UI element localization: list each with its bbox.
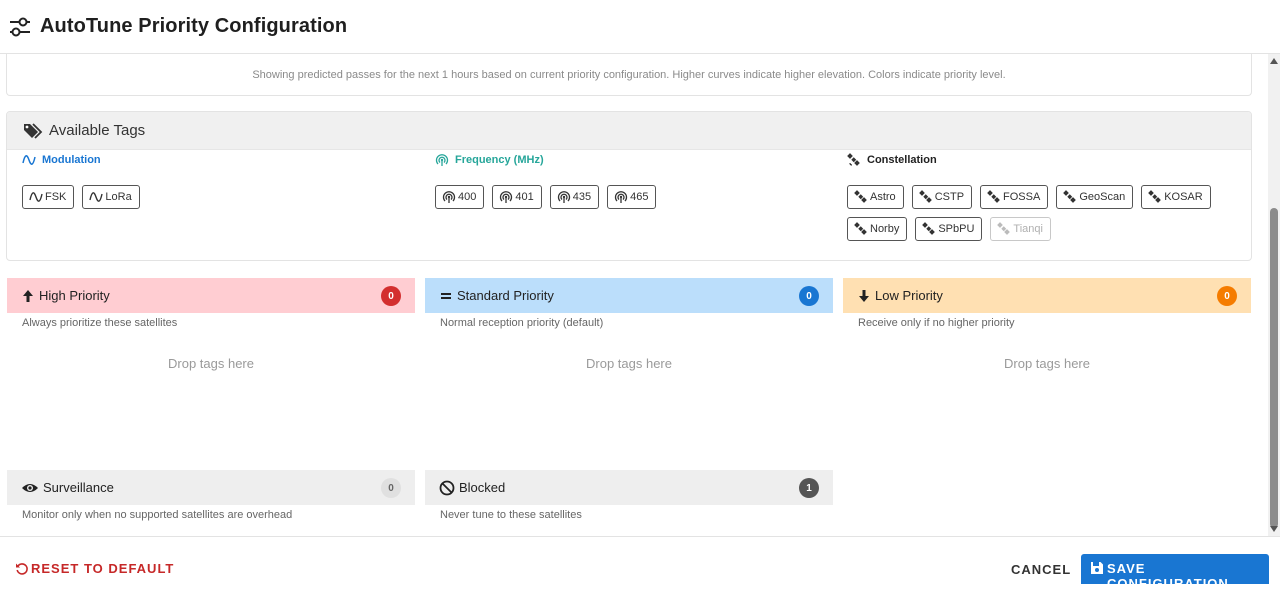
tag-chip-cstp[interactable]: CSTP xyxy=(911,185,973,209)
pass-prediction-caption: Showing predicted passes for the next 1 … xyxy=(252,68,1006,81)
available-tags-title: Available Tags xyxy=(49,122,146,139)
save-configuration-button[interactable]: SAVE CONFIGURATION xyxy=(1081,554,1269,591)
surveillance-zone[interactable]: Surveillance 0 Monitor only when no supp… xyxy=(7,470,415,521)
available-tags-header: Available Tags xyxy=(7,112,1251,150)
blocked-desc: Never tune to these satellites xyxy=(440,509,582,521)
frequency-chips: 400 401 435 465 xyxy=(435,185,657,209)
waveform-icon xyxy=(22,154,36,166)
satellite-icon xyxy=(1148,190,1162,204)
reset-to-default-button[interactable]: RESET TO DEFAULT xyxy=(15,561,174,576)
tag-chip-geoscan[interactable]: GeoScan xyxy=(1056,185,1134,209)
scrollbar-thumb[interactable] xyxy=(1270,208,1278,528)
high-priority-zone[interactable]: High Priority 0 Always prioritize these … xyxy=(7,278,415,371)
high-priority-count: 0 xyxy=(381,286,401,306)
standard-priority-count: 0 xyxy=(799,286,819,306)
high-priority-drop-hint: Drop tags here xyxy=(168,356,254,371)
available-tags-panel: Available Tags Modulation FSK LoRa Frequ… xyxy=(6,111,1252,261)
pass-prediction-info: Showing predicted passes for the next 1 … xyxy=(6,54,1252,96)
modulation-label: Modulation xyxy=(42,154,101,166)
modulation-chips: FSK LoRa xyxy=(22,185,140,209)
tag-chip-fossa[interactable]: FOSSA xyxy=(980,185,1049,209)
satellite-icon xyxy=(922,222,936,236)
standard-priority-title: Standard Priority xyxy=(457,288,554,303)
tag-chip-435[interactable]: 435 xyxy=(549,185,600,209)
surveillance-desc: Monitor only when no supported satellite… xyxy=(22,509,293,521)
tag-chip-spbpu[interactable]: SPbPU xyxy=(915,217,983,241)
content-scrollbar[interactable] xyxy=(1268,54,1280,536)
scroll-down-icon[interactable] xyxy=(1270,526,1278,532)
tag-chip-lora[interactable]: LoRa xyxy=(82,185,140,209)
blocked-header: Blocked 1 xyxy=(425,470,833,505)
satellite-icon xyxy=(847,153,861,167)
surveillance-title: Surveillance xyxy=(43,480,114,495)
high-priority-title: High Priority xyxy=(39,288,110,303)
low-priority-zone[interactable]: Low Priority 0 Receive only if no higher… xyxy=(843,278,1251,371)
standard-priority-header: Standard Priority 0 xyxy=(425,278,833,313)
satellite-icon xyxy=(987,190,1001,204)
high-priority-header: High Priority 0 xyxy=(7,278,415,313)
antenna-icon xyxy=(614,190,628,204)
scroll-up-icon[interactable] xyxy=(1270,58,1278,64)
antenna-icon xyxy=(442,190,456,204)
tag-chip-465[interactable]: 465 xyxy=(607,185,657,209)
frequency-header: Frequency (MHz) xyxy=(435,152,656,168)
constellation-chips: Astro CSTP FOSSA GeoScan KOSAR Norby SPb… xyxy=(847,185,1247,241)
low-priority-title: Low Priority xyxy=(875,288,943,303)
waveform-icon xyxy=(29,191,43,203)
blocked-title: Blocked xyxy=(459,480,506,495)
low-priority-desc: Receive only if no higher priority xyxy=(858,317,1015,329)
block-icon xyxy=(439,480,455,496)
standard-priority-drop-hint: Drop tags here xyxy=(586,356,672,371)
arrow-up-icon xyxy=(21,289,35,303)
arrow-down-icon xyxy=(857,289,871,303)
equals-icon xyxy=(439,289,453,303)
tune-sliders-icon xyxy=(8,15,32,39)
tag-chip-astro[interactable]: Astro xyxy=(847,185,904,209)
satellite-icon xyxy=(1063,190,1077,204)
satellite-icon xyxy=(997,222,1011,236)
tag-chip-kosar[interactable]: KOSAR xyxy=(1141,185,1211,209)
blocked-count: 1 xyxy=(799,478,819,498)
tags-icon xyxy=(23,122,43,140)
surveillance-header: Surveillance 0 xyxy=(7,470,415,505)
modulation-header: Modulation xyxy=(22,152,140,168)
low-priority-drop-hint: Drop tags here xyxy=(1004,356,1090,371)
blocked-zone[interactable]: Blocked 1 Never tune to these satellites xyxy=(425,470,833,521)
save-icon xyxy=(1090,561,1104,575)
high-priority-desc: Always prioritize these satellites xyxy=(22,317,178,329)
tag-chip-norby[interactable]: Norby xyxy=(847,217,908,241)
antenna-icon xyxy=(557,190,571,204)
satellite-icon xyxy=(918,190,933,204)
constellation-label: Constellation xyxy=(867,154,937,166)
satellite-icon xyxy=(854,190,868,204)
waveform-icon xyxy=(89,191,104,203)
standard-priority-desc: Normal reception priority (default) xyxy=(440,317,604,329)
tag-chip-tianqi: Tianqi xyxy=(990,217,1051,241)
tag-chip-fsk[interactable]: FSK xyxy=(22,185,75,209)
tag-chip-400[interactable]: 400 xyxy=(435,185,485,209)
dialog-content: Showing predicted passes for the next 1 … xyxy=(0,54,1268,536)
surveillance-count: 0 xyxy=(381,478,401,498)
antenna-icon xyxy=(435,153,449,167)
low-priority-header: Low Priority 0 xyxy=(843,278,1251,313)
dialog-header: AutoTune Priority Configuration xyxy=(0,0,1280,54)
modulation-column: Modulation FSK LoRa xyxy=(22,152,140,209)
eye-icon xyxy=(21,481,39,495)
tag-chip-401[interactable]: 401 xyxy=(492,185,542,209)
standard-priority-zone[interactable]: Standard Priority 0 Normal reception pri… xyxy=(425,278,833,371)
constellation-column: Constellation Astro CSTP FOSSA GeoScan K… xyxy=(847,152,1247,241)
antenna-icon xyxy=(499,190,513,204)
satellite-icon xyxy=(854,222,868,236)
dialog-actions: RESET TO DEFAULT CANCEL SAVE CONFIGURATI… xyxy=(0,536,1280,591)
frequency-label: Frequency (MHz) xyxy=(455,154,544,166)
constellation-header: Constellation xyxy=(847,152,1247,168)
frequency-column: Frequency (MHz) 400 401 435 465 xyxy=(435,152,657,209)
dialog-title: AutoTune Priority Configuration xyxy=(40,15,348,37)
low-priority-count: 0 xyxy=(1217,286,1237,306)
restore-icon xyxy=(15,562,29,576)
